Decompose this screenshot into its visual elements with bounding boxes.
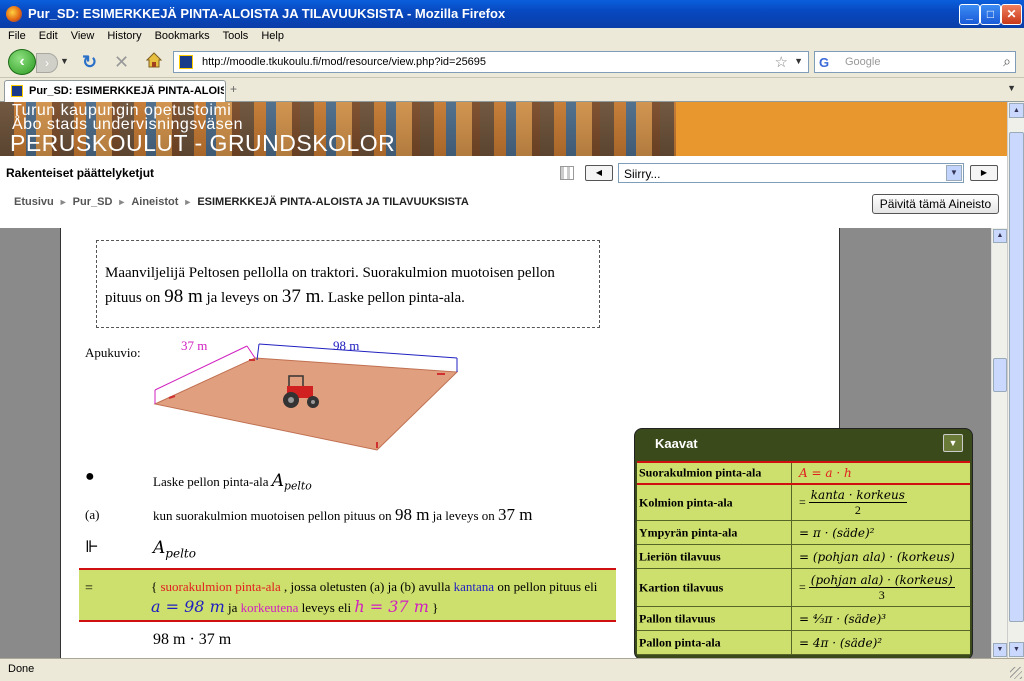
problem-length: 98 m bbox=[164, 286, 203, 307]
breadcrumb-etusivu[interactable]: Etusivu bbox=[14, 196, 54, 208]
formula-row[interactable]: Lieriön tilavuus = (pohjan ala) · (korke… bbox=[637, 545, 970, 569]
search-icon[interactable]: ⌕ bbox=[1003, 53, 1011, 70]
navigation-toolbar: ‹ › ▼ ↻ ✕ http://moodle.tkukoulu.fi/mod/… bbox=[0, 46, 1024, 78]
page-scrollbar[interactable]: ▲ ▼ bbox=[1007, 102, 1024, 658]
site-favicon bbox=[179, 55, 193, 69]
close-button[interactable]: ✕ bbox=[1001, 4, 1022, 25]
grid-icon[interactable] bbox=[560, 166, 574, 180]
problem-line1: Maanviljelijä Peltosen pellolla on trakt… bbox=[105, 265, 555, 281]
url-dropdown-icon[interactable]: ▼ bbox=[794, 56, 803, 66]
breadcrumb-pur-sd[interactable]: Pur_SD bbox=[73, 196, 113, 208]
question-text: Laske pellon pinta-ala Apelto bbox=[153, 471, 312, 493]
tab-label[interactable]: Pur_SD: ESIMERKKEJÄ PINTA-ALOIST... bbox=[29, 85, 224, 97]
breadcrumb-separator-icon: ► bbox=[58, 197, 68, 207]
a-pelto-symbol: Apelto bbox=[153, 538, 196, 561]
status-text: Done bbox=[8, 663, 35, 675]
formula-row[interactable]: Pallon tilavuus = ⁴⁄₃π · (säde)³ bbox=[637, 607, 970, 631]
highlighted-reasoning-row: = { suorakulmion pinta-ala , jossa oletu… bbox=[79, 568, 616, 622]
status-bar: Done bbox=[0, 658, 1024, 681]
breadcrumb-aineistot[interactable]: Aineistot bbox=[131, 196, 178, 208]
rectangle-area-link[interactable]: suorakulmion pinta-ala bbox=[161, 579, 281, 594]
dim-width-label: 37 m bbox=[181, 338, 207, 353]
page-scroll-down-icon[interactable]: ▼ bbox=[1009, 642, 1024, 657]
home-icon[interactable] bbox=[146, 52, 162, 68]
dim-length-label: 98 m bbox=[333, 338, 359, 353]
page-scroll-thumb[interactable] bbox=[1009, 132, 1024, 622]
menu-help[interactable]: Help bbox=[253, 28, 289, 42]
course-title[interactable]: Rakenteiset päättelyketjut bbox=[6, 166, 154, 180]
page-scroll-up-icon[interactable]: ▲ bbox=[1009, 103, 1024, 118]
window-titlebar: Pur_SD: ESIMERKKEJÄ PINTA-ALOISTA JA TIL… bbox=[0, 0, 1024, 28]
menu-history[interactable]: History bbox=[99, 28, 146, 42]
jump-to-value: Siirry... bbox=[624, 167, 661, 181]
chevron-down-icon[interactable]: ▼ bbox=[946, 165, 962, 181]
breadcrumb-separator-icon: ► bbox=[117, 197, 127, 207]
turnstile-symbol: ⊩ bbox=[85, 539, 99, 556]
problem-width: 37 m bbox=[281, 286, 321, 307]
address-bar[interactable]: http://moodle.tkukoulu.fi/mod/resource/v… bbox=[173, 51, 809, 73]
menu-bookmarks[interactable]: Bookmarks bbox=[147, 28, 215, 42]
bullet-marker: ● bbox=[85, 468, 95, 485]
minimize-button[interactable]: _ bbox=[959, 4, 980, 25]
url-text[interactable]: http://moodle.tkukoulu.fi/mod/resource/v… bbox=[202, 56, 486, 68]
field-shape bbox=[153, 357, 459, 451]
history-dropdown-icon[interactable]: ▼ bbox=[60, 56, 69, 66]
back-button[interactable]: ‹ bbox=[8, 49, 36, 75]
formula-row[interactable]: Pallon pinta-ala = 4π · (säde)² bbox=[637, 631, 970, 655]
reasoning-line1: { suorakulmion pinta-ala , jossa oletust… bbox=[151, 579, 598, 594]
content-scrollbar[interactable]: ▲ ▼ bbox=[991, 228, 1007, 658]
next-activity-button[interactable]: ▶ bbox=[970, 165, 998, 181]
banner-line3: PERUSKOULUT - GRUNDSKOLOR bbox=[10, 130, 396, 156]
bookmark-star-icon[interactable]: ☆ bbox=[775, 53, 788, 71]
problem-line2: pituus on 98 m ja leveys on 37 m. Laske … bbox=[105, 286, 465, 307]
stop-icon[interactable]: ✕ bbox=[114, 52, 129, 73]
assumption-a-text: kun suorakulmion muotoisen pellon pituus… bbox=[153, 505, 533, 524]
formula-row[interactable]: Kartion tilavuus = (pohjan ala) · (korke… bbox=[637, 569, 970, 607]
resize-grip-icon[interactable] bbox=[1010, 667, 1022, 679]
breadcrumb-separator-icon: ► bbox=[183, 197, 193, 207]
site-banner: Turun kaupungin opetustoimi Åbo stads un… bbox=[0, 102, 1007, 156]
reload-icon[interactable]: ↻ bbox=[82, 52, 97, 73]
tab-bar: Pur_SD: ESIMERKKEJÄ PINTA-ALOIST... + ▼ bbox=[0, 78, 1024, 102]
new-tab-button[interactable]: + bbox=[230, 82, 237, 96]
formulas-panel: Kaavat ▼ Suorakulmion pinta-ala A = a · … bbox=[634, 428, 973, 660]
menu-edit[interactable]: Edit bbox=[31, 28, 63, 42]
scroll-thumb[interactable] bbox=[993, 358, 1007, 392]
search-placeholder[interactable]: Google bbox=[845, 56, 880, 68]
search-box[interactable]: G Google ⌕ bbox=[814, 51, 1016, 73]
formula-row[interactable]: Suorakulmion pinta-ala A = a · h bbox=[637, 461, 970, 485]
tab-list-icon[interactable]: ▼ bbox=[1007, 83, 1016, 93]
equals-sign: = bbox=[85, 581, 93, 596]
menu-bar: File Edit View History Bookmarks Tools Help bbox=[0, 28, 1024, 46]
firefox-icon bbox=[6, 6, 22, 22]
formulas-title: Kaavat bbox=[655, 436, 698, 451]
forward-button[interactable]: › bbox=[36, 53, 58, 73]
prev-activity-button[interactable]: ◀ bbox=[585, 165, 613, 181]
reasoning-line2: a = 98 m ja korkeutena leveys eli h = 37… bbox=[151, 597, 439, 616]
formula-row[interactable]: Kolmion pinta-ala = kanta · korkeus 2 bbox=[637, 485, 970, 521]
collapse-icon[interactable]: ▼ bbox=[943, 434, 963, 452]
jump-to-select[interactable]: Siirry... ▼ bbox=[618, 163, 964, 183]
helper-figure-label: Apukuvio: bbox=[85, 345, 141, 360]
breadcrumb-current: ESIMERKKEJÄ PINTA-ALOISTA JA TILAVUUKSIS… bbox=[197, 196, 469, 208]
scroll-up-icon[interactable]: ▲ bbox=[993, 229, 1007, 243]
breadcrumb: Etusivu ► Pur_SD ► Aineistot ► ESIMERKKEJÄ PIN… bbox=[14, 196, 469, 208]
menu-view[interactable]: View bbox=[63, 28, 100, 42]
menu-file[interactable]: File bbox=[0, 28, 31, 42]
formula-row[interactable]: Ympyrän pinta-ala = π · (säde)² bbox=[637, 521, 970, 545]
formulas-table: Suorakulmion pinta-ala A = a · h Kolmion… bbox=[637, 461, 970, 655]
field-figure: 37 m 98 m bbox=[153, 338, 459, 451]
moodle-navbar: Rakenteiset päättelyketjut ◀ Siirry... ▼… bbox=[0, 156, 1007, 228]
calculation-line: 98 m · 37 m bbox=[153, 631, 232, 648]
menu-tools[interactable]: Tools bbox=[215, 28, 254, 42]
google-icon[interactable]: G bbox=[819, 55, 835, 71]
window-title: Pur_SD: ESIMERKKEJÄ PINTA-ALOISTA JA TIL… bbox=[28, 6, 506, 21]
assumption-a-label: (a) bbox=[85, 507, 100, 522]
update-resource-button[interactable]: Päivitä tämä Aineisto bbox=[872, 194, 999, 214]
tab-favicon bbox=[11, 85, 23, 97]
tab-active[interactable]: Pur_SD: ESIMERKKEJÄ PINTA-ALOIST... bbox=[4, 80, 226, 102]
problem-box: Maanviljelijä Peltosen pellolla on trakt… bbox=[96, 240, 600, 328]
scroll-down-icon[interactable]: ▼ bbox=[993, 643, 1007, 657]
maximize-button[interactable]: □ bbox=[980, 4, 1001, 25]
